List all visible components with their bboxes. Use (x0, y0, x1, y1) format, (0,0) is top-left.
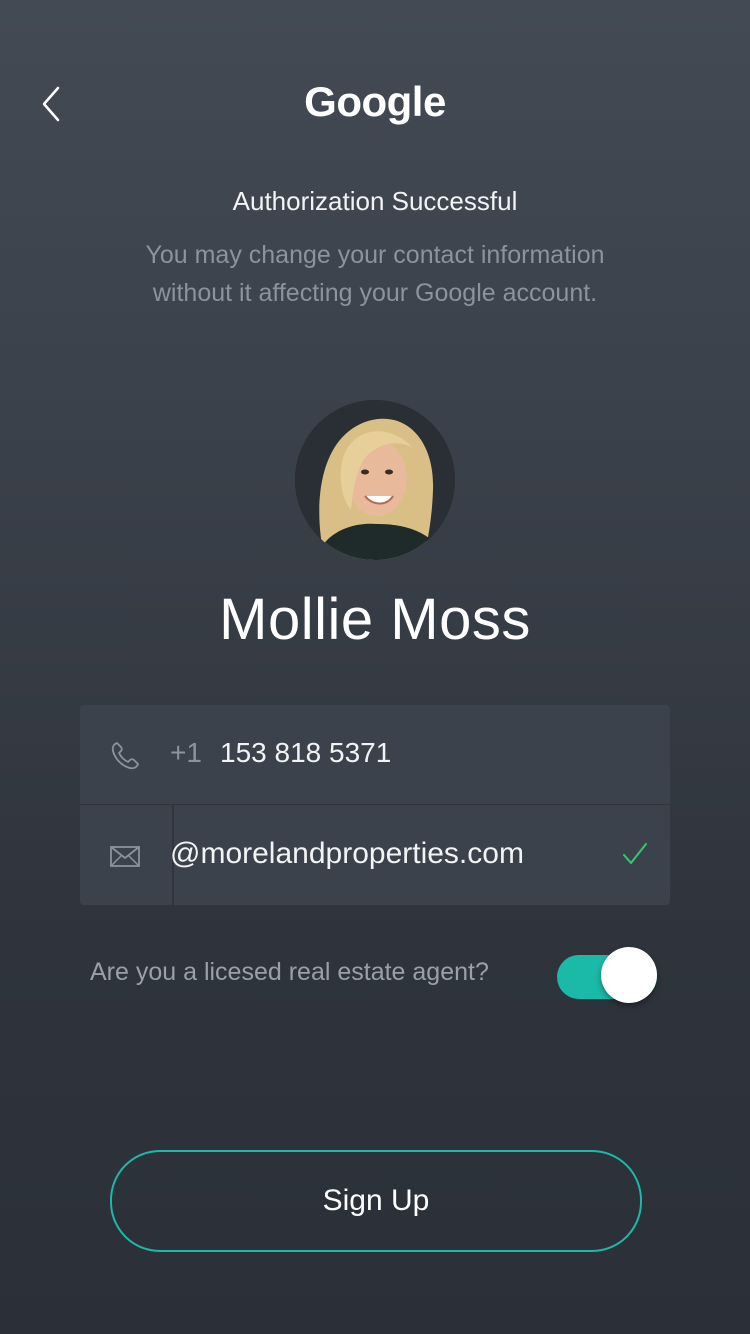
agent-question-label: Are you a licesed real estate agent? (90, 958, 489, 986)
email-field[interactable]: @morelandproperties.com (80, 804, 670, 905)
toggle-knob[interactable] (601, 947, 657, 1003)
avatar (295, 400, 455, 560)
signup-button[interactable]: Sign Up (110, 1150, 642, 1252)
country-code: +1 (170, 737, 202, 768)
agent-toggle[interactable] (557, 947, 661, 1004)
checkmark-icon (623, 843, 647, 864)
phone-field[interactable]: +1 153 818 5371 (80, 705, 670, 804)
mail-icon (110, 846, 140, 867)
contact-form: +1 153 818 5371 @morelandproperties.com (80, 705, 670, 905)
email-value[interactable]: @morelandproperties.com (170, 837, 524, 871)
phone-number[interactable]: 153 818 5371 (220, 737, 391, 769)
auth-title: Authorization Successful (232, 186, 518, 216)
phone-icon (111, 742, 139, 770)
auth-subtitle: You may change your contact information … (145, 241, 605, 307)
google-logo: Google (304, 78, 446, 125)
user-name: Mollie Moss (219, 587, 531, 652)
